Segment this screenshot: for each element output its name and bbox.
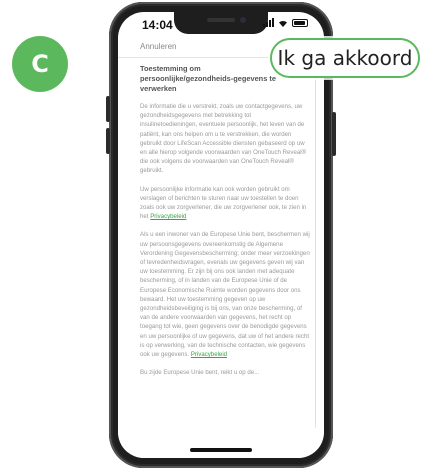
consent-content: Toestemming om persoonlijke/gezondheids-… [140,64,310,386]
consent-trailing-text: Bu zijde Europese Unie bent, reikt u op … [140,369,260,377]
power-button [332,112,336,156]
cancel-link[interactable]: Annuleren [140,42,176,51]
consent-paragraph-3: Als u een inwoner van de Europese Unie b… [140,230,310,359]
bottom-fade [118,420,324,458]
volume-up-button [106,96,110,122]
consent-paragraph-3-text: Als u een inwoner van de Europese Unie b… [140,231,310,359]
speaker-grille [207,18,235,22]
agree-button[interactable]: Ik ga akkoord [270,38,420,78]
phone-screen: 14:04 Annuleren Toestemming om persoonli… [118,12,324,458]
consent-heading: Toestemming om persoonlijke/gezondheids-… [140,64,276,93]
consent-paragraph-1: De informatie die u verstrekt, zoals uw … [140,103,307,175]
privacy-policy-link[interactable]: Privacybeleid [150,213,186,220]
status-icons [263,18,308,27]
privacy-policy-link-2[interactable]: Privacybeleid [191,351,227,358]
battery-icon [292,18,308,27]
wifi-icon [279,20,287,27]
consent-paragraph-2: Uw persoonlijke informatie kan ook worde… [140,185,310,222]
front-camera [240,17,246,23]
scrollbar[interactable] [315,68,316,428]
signal-icon [263,18,274,27]
notch [174,12,268,34]
status-time: 14:04 [142,18,173,32]
home-indicator [190,448,252,452]
volume-down-button [106,128,110,154]
step-badge: C [12,36,68,92]
